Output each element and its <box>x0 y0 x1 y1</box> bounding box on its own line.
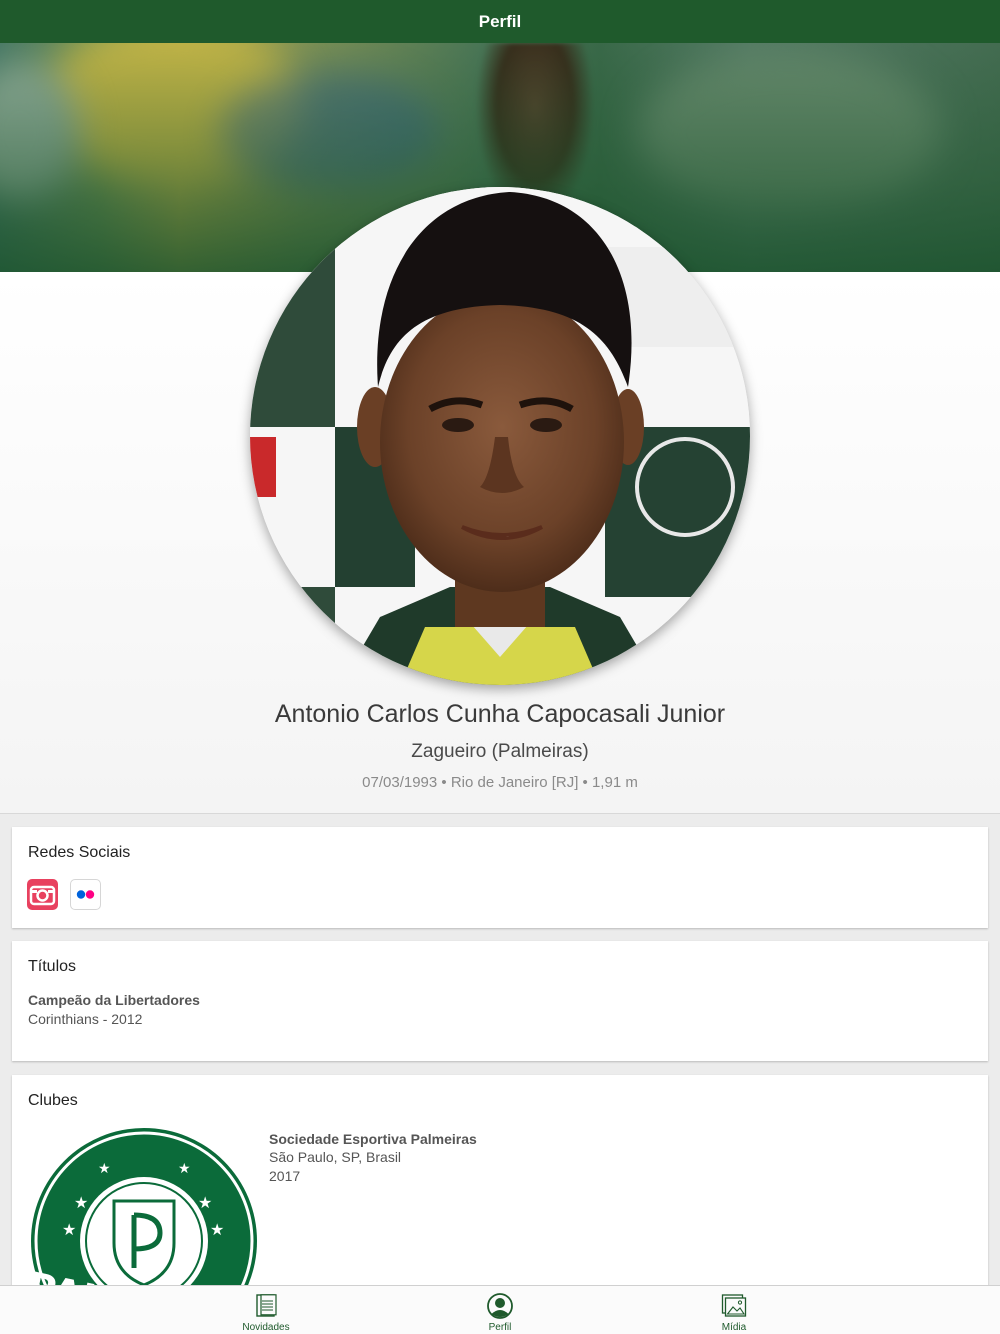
svg-text:★: ★ <box>210 1220 224 1239</box>
tab-label: Novidades <box>242 1322 290 1333</box>
flickr-icon[interactable] <box>70 879 101 910</box>
player-position: Zagueiro (Palmeiras) <box>411 741 589 762</box>
palmeiras-crest[interactable]: ★ ★ ★ ★ ★ ★ PALMEIRAS <box>28 1123 260 1285</box>
club-name[interactable]: Sociedade Esportiva Palmeiras <box>269 1131 477 1147</box>
svg-text:★: ★ <box>198 1193 212 1212</box>
club-year: 2017 <box>269 1168 301 1184</box>
player-avatar <box>250 187 750 685</box>
title-name: Campeão da Libertadores <box>28 992 200 1008</box>
player-photo <box>250 187 750 685</box>
titles-card: Títulos Campeão da Libertadores Corinthi… <box>12 941 988 1061</box>
social-networks-title: Redes Sociais <box>28 844 131 861</box>
player-details: 07/03/1993 • Rio de Janeiro [RJ] • 1,91 … <box>362 774 638 791</box>
nav-title: Perfil <box>478 11 522 31</box>
clubs-card: Clubes ★ ★ ★ ★ ★ ★ PALMEIRAS Sociedade E… <box>12 1075 988 1290</box>
clubs-title: Clubes <box>28 1092 78 1109</box>
tab-novidades[interactable]: Novidades <box>206 1286 326 1334</box>
instagram-icon[interactable] <box>27 879 58 910</box>
club-location: São Paulo, SP, Brasil <box>269 1149 402 1165</box>
profile-icon <box>487 1293 513 1319</box>
svg-text:★: ★ <box>74 1193 88 1212</box>
svg-text:★: ★ <box>62 1220 76 1239</box>
tab-bar: Novidades Perfil Mídia <box>0 1285 1000 1334</box>
svg-text:★: ★ <box>178 1161 191 1177</box>
nav-bar: Perfil <box>0 0 1000 43</box>
social-networks-card: Redes Sociais <box>12 827 988 928</box>
tab-label: Perfil <box>488 1322 512 1333</box>
player-name: Antonio Carlos Cunha Capocasali Junior <box>274 700 726 728</box>
svg-text:★: ★ <box>98 1161 111 1177</box>
tab-label: Mídia <box>721 1322 747 1333</box>
title-detail: Corinthians - 2012 <box>28 1011 143 1027</box>
media-icon <box>721 1294 747 1317</box>
tab-midia[interactable]: Mídia <box>674 1286 794 1334</box>
titles-title: Títulos <box>28 958 77 975</box>
tab-perfil[interactable]: Perfil <box>440 1286 560 1334</box>
news-icon <box>256 1294 277 1317</box>
